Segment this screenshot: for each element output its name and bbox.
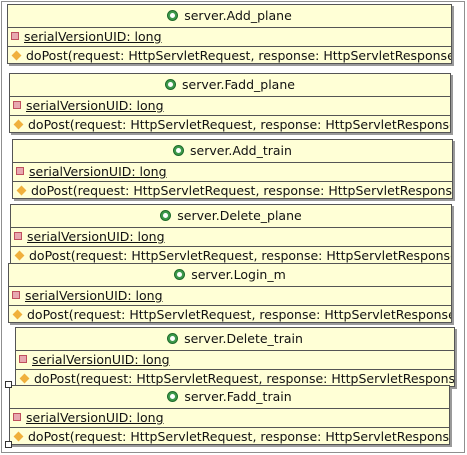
class-header: server.Add_plane <box>8 5 451 28</box>
private-field-icon <box>14 232 22 240</box>
class-header: server.Fadd_plane <box>10 74 450 97</box>
public-method-icon <box>11 50 22 61</box>
method-text: doPost(request: HttpServletRequest, resp… <box>28 117 450 132</box>
class-add-train[interactable]: server.Add_train serialVersionUID: long … <box>12 139 453 199</box>
class-icon <box>173 145 185 156</box>
class-fadd-plane[interactable]: server.Fadd_plane serialVersionUID: long… <box>9 73 451 133</box>
class-name: server.Delete_plane <box>177 208 302 223</box>
private-field-icon <box>11 32 19 40</box>
attribute-row[interactable]: serialVersionUID: long <box>10 97 450 116</box>
class-header: server.Add_train <box>13 140 452 163</box>
attribute-text: serialVersionUID: long <box>26 98 164 113</box>
class-name: server.Add_train <box>190 143 292 158</box>
class-icon <box>160 210 172 221</box>
attribute-row[interactable]: serialVersionUID: long <box>16 351 454 370</box>
class-icon <box>165 79 177 90</box>
attribute-text: serialVersionUID: long <box>24 29 162 44</box>
public-method-icon <box>12 309 23 320</box>
selection-handle-bottom-left[interactable] <box>5 441 12 448</box>
selection-handle-top-left[interactable] <box>5 381 12 388</box>
class-fadd-train[interactable]: server.Fadd_train serialVersionUID: long… <box>9 385 450 445</box>
method-text: doPost(request: HttpServletRequest, resp… <box>31 183 452 198</box>
method-row[interactable]: doPost(request: HttpServletRequest, resp… <box>10 116 450 134</box>
class-header: server.Delete_train <box>16 328 454 351</box>
attribute-row[interactable]: serialVersionUID: long <box>10 409 449 428</box>
method-text: doPost(request: HttpServletRequest, resp… <box>28 429 449 444</box>
class-header: server.Login_m <box>9 264 451 287</box>
private-field-icon <box>16 167 24 175</box>
class-icon <box>167 10 179 21</box>
private-field-icon <box>12 291 20 299</box>
method-row[interactable]: doPost(request: HttpServletRequest, resp… <box>9 306 451 324</box>
attribute-row[interactable]: serialVersionUID: long <box>11 228 451 247</box>
class-login-m[interactable]: server.Login_m serialVersionUID: long do… <box>8 263 452 323</box>
method-row[interactable]: doPost(request: HttpServletRequest, resp… <box>10 428 449 446</box>
attribute-row[interactable]: serialVersionUID: long <box>9 287 451 306</box>
attribute-text: serialVersionUID: long <box>26 410 164 425</box>
class-delete-plane[interactable]: server.Delete_plane serialVersionUID: lo… <box>10 204 452 264</box>
class-header: server.Delete_plane <box>11 205 451 228</box>
attribute-row[interactable]: serialVersionUID: long <box>13 163 452 182</box>
public-method-icon <box>14 250 25 261</box>
class-header: server.Fadd_train <box>10 386 449 409</box>
method-row[interactable]: doPost(request: HttpServletRequest, resp… <box>8 47 451 65</box>
class-name: server.Fadd_train <box>184 389 292 404</box>
public-method-icon <box>13 119 24 130</box>
attribute-row[interactable]: serialVersionUID: long <box>8 28 451 47</box>
method-text: doPost(request: HttpServletRequest, resp… <box>34 371 454 386</box>
method-text: doPost(request: HttpServletRequest, resp… <box>26 48 451 63</box>
public-method-icon <box>16 185 27 196</box>
method-text: doPost(request: HttpServletRequest, resp… <box>29 248 451 263</box>
class-icon <box>167 391 179 402</box>
class-delete-train[interactable]: server.Delete_train serialVersionUID: lo… <box>15 327 455 387</box>
attribute-text: serialVersionUID: long <box>25 288 163 303</box>
class-add-plane[interactable]: server.Add_plane serialVersionUID: long … <box>7 4 452 64</box>
public-method-icon <box>13 431 24 442</box>
class-name: server.Login_m <box>191 267 286 282</box>
method-text: doPost(request: HttpServletRequest, resp… <box>27 307 451 322</box>
class-name: server.Delete_train <box>184 331 303 346</box>
private-field-icon <box>19 355 27 363</box>
class-icon <box>167 333 179 344</box>
class-name: server.Fadd_plane <box>182 77 295 92</box>
attribute-text: serialVersionUID: long <box>32 352 170 367</box>
attribute-text: serialVersionUID: long <box>29 164 167 179</box>
private-field-icon <box>13 413 21 421</box>
method-row[interactable]: doPost(request: HttpServletRequest, resp… <box>13 182 452 200</box>
private-field-icon <box>13 101 21 109</box>
public-method-icon <box>19 373 30 384</box>
class-icon <box>174 269 186 280</box>
class-name: server.Add_plane <box>184 8 292 23</box>
attribute-text: serialVersionUID: long <box>27 229 165 244</box>
